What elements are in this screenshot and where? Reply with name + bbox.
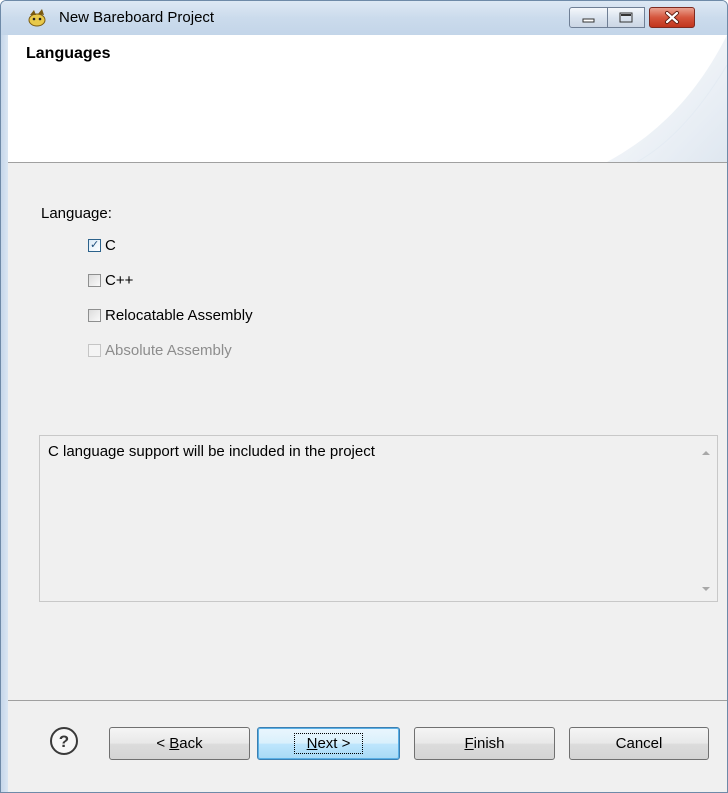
finish-label: inish (473, 735, 505, 752)
checkbox-box[interactable] (88, 273, 101, 287)
svg-text:?: ? (59, 732, 69, 751)
banner-decoration (607, 35, 727, 162)
finish-button[interactable]: Finish (414, 727, 555, 760)
back-mnemonic: B (169, 735, 180, 752)
checkbox-box (88, 343, 101, 357)
checkbox-cpp[interactable]: C++ (88, 270, 133, 290)
minimize-button[interactable] (569, 7, 608, 28)
maximize-icon (619, 12, 633, 23)
checkbox-c[interactable]: ✓ C (88, 235, 116, 255)
back-button[interactable]: < Back (109, 727, 250, 760)
dialog-window: New Bareboard Project Languages Language… (0, 0, 728, 793)
description-textarea[interactable]: C language support will be included in t… (39, 435, 718, 602)
scroll-down-arrow-icon[interactable] (700, 583, 712, 595)
back-prefix: < (156, 735, 170, 752)
checkbox-box[interactable] (88, 308, 101, 322)
checkbox-box[interactable]: ✓ (88, 238, 101, 252)
window-frame-left (1, 35, 8, 792)
checkbox-absolute-assembly: Absolute Assembly (88, 340, 232, 360)
wizard-banner (8, 35, 727, 163)
help-icon[interactable]: ? (49, 726, 79, 756)
cancel-button[interactable]: Cancel (569, 727, 709, 760)
checkbox-label: Absolute Assembly (105, 341, 232, 359)
page-title: Languages (26, 45, 111, 62)
title-bar[interactable]: New Bareboard Project (1, 1, 727, 35)
checkbox-label: C (105, 236, 116, 254)
app-icon (28, 9, 46, 27)
checkbox-label: C++ (105, 271, 134, 289)
description-text: C language support will be included in t… (48, 443, 375, 460)
checkbox-relocatable-assembly[interactable]: Relocatable Assembly (88, 305, 253, 325)
next-label: ext > (317, 735, 351, 752)
window-title: New Bareboard Project (59, 9, 215, 26)
next-mnemonic: N (306, 735, 318, 752)
language-label: Language: (41, 205, 112, 222)
check-mark-icon: ✓ (90, 238, 100, 251)
cancel-label: Cancel (615, 735, 663, 752)
back-label: ack (179, 735, 203, 752)
maximize-button[interactable] (607, 7, 645, 28)
close-button[interactable] (649, 7, 695, 28)
finish-mnemonic: F (464, 735, 474, 752)
close-icon (665, 11, 679, 24)
checkbox-label: Relocatable Assembly (105, 306, 253, 324)
next-button[interactable]: Next > (257, 727, 400, 760)
scroll-up-arrow-icon[interactable] (700, 447, 712, 459)
minimize-icon (582, 18, 595, 23)
